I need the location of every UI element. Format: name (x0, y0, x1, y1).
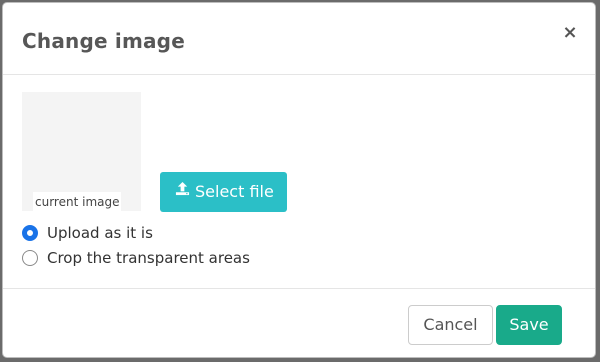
dialog-body: current image Select file Upload as it i… (3, 75, 595, 288)
upload-icon (175, 171, 190, 211)
option-label: Upload as it is (47, 224, 153, 242)
preview-caption: current image (33, 192, 122, 211)
save-button[interactable]: Save (496, 305, 562, 345)
select-file-label: Select file (195, 182, 274, 201)
dialog-footer: Cancel Save (3, 288, 595, 358)
current-image-preview: current image (22, 92, 141, 211)
radio-upload-as-is[interactable] (22, 225, 38, 241)
option-label: Crop the transparent areas (47, 249, 250, 267)
cancel-button[interactable]: Cancel (408, 305, 493, 345)
dialog-title: Change image (22, 29, 185, 53)
radio-crop-transparent[interactable] (22, 250, 38, 266)
change-image-dialog: Change image × current image Select file… (2, 2, 596, 358)
close-icon[interactable]: × (562, 23, 578, 43)
option-upload-as-is[interactable]: Upload as it is (22, 223, 153, 243)
select-file-button[interactable]: Select file (160, 172, 287, 212)
option-crop-transparent[interactable]: Crop the transparent areas (22, 248, 250, 268)
dialog-header: Change image × (3, 3, 595, 75)
